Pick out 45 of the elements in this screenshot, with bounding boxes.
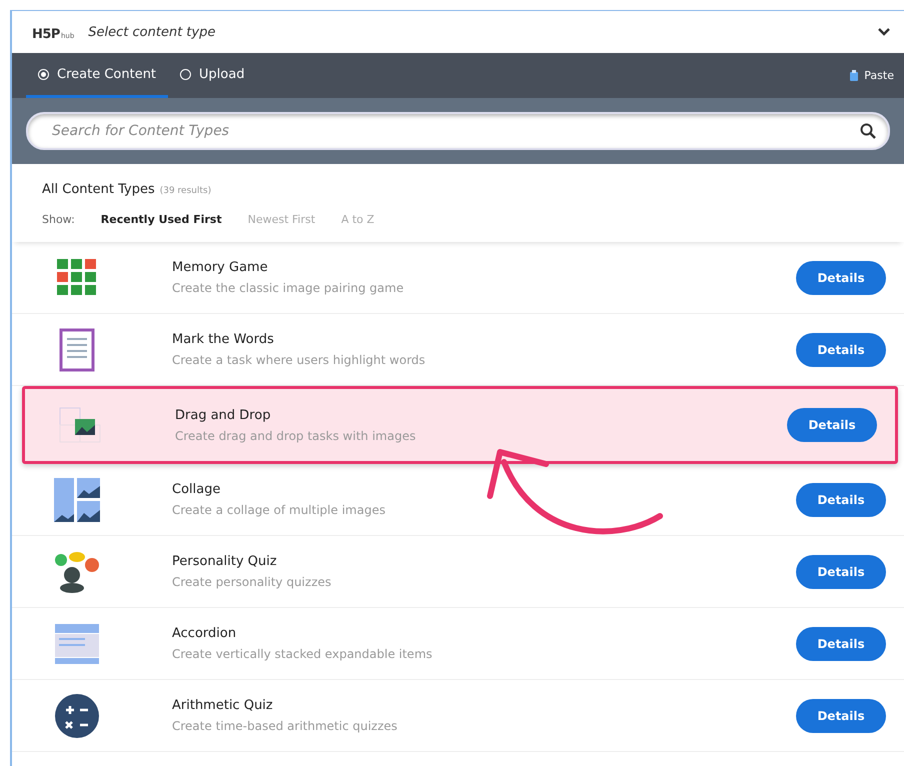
sort-option[interactable]: Recently Used First	[100, 213, 222, 226]
details-button[interactable]: Details	[796, 698, 886, 732]
document-icon	[59, 328, 95, 372]
search-icon[interactable]	[860, 123, 876, 139]
content-type-title: Drag and Drop	[175, 408, 272, 422]
header-title: Select content type	[88, 24, 216, 40]
sort-label: Show:	[42, 213, 75, 226]
content-type-description: Create vertically stacked expandable items	[172, 647, 434, 661]
collage-icon	[54, 478, 100, 522]
content-type-row[interactable]: Collage Create a collage of multiple images Details	[12, 464, 904, 536]
results-heading: All Content Types	[42, 182, 155, 197]
content-type-title: Mark the Words	[172, 332, 275, 347]
details-button[interactable]: Details	[796, 260, 886, 294]
image-tiles-icon	[59, 407, 101, 443]
chevron-icon[interactable]	[878, 28, 890, 36]
person-bubbles-icon	[53, 550, 101, 592]
content-type-title: Personality Quiz	[172, 554, 278, 569]
details-button[interactable]: Details	[796, 626, 886, 660]
content-type-row[interactable]: Arithmetic Quiz Create time-based arithmetic quizzes Details	[12, 680, 904, 752]
highlighted-row[interactable]: Drag and Drop Create drag and drop tasks with images Details	[22, 386, 898, 464]
content-type-title: Accordion	[172, 626, 238, 641]
content-type-row[interactable]: Accordion Create vertically stacked expandable items Details	[12, 608, 904, 680]
paste-button[interactable]: Paste	[849, 53, 894, 98]
results-count: (39 results)	[160, 186, 212, 196]
content-type-title: Arithmetic Quiz	[172, 698, 274, 713]
content-type-description: Create drag and drop tasks with images	[175, 428, 417, 442]
tile-grid-icon	[57, 258, 97, 296]
details-button[interactable]: Details	[796, 482, 886, 516]
clipboard-icon	[849, 70, 860, 81]
content-type-description: Create the classic image pairing game	[172, 281, 405, 295]
calculator-icon	[55, 694, 99, 738]
content-type-description: Create personality quizzes	[172, 575, 332, 589]
details-button[interactable]: Details	[796, 332, 886, 366]
content-type-description: Create time-based arithmetic quizzes	[172, 719, 398, 733]
accordion-icon	[55, 624, 99, 664]
details-button[interactable]: Details	[796, 554, 886, 588]
content-type-description: Create a collage of multiple images	[172, 503, 386, 517]
tab[interactable]: Upload	[168, 53, 257, 98]
search-bar[interactable]: Search for Content Types	[26, 112, 890, 150]
content-type-title: Memory Game	[172, 260, 269, 275]
content-type-row[interactable]: Personality Quiz Create personality quizzes Details	[12, 536, 904, 608]
content-type-row[interactable]: Memory Game Create the classic image pairing game Details	[12, 242, 904, 314]
details-button[interactable]: Details	[787, 408, 877, 442]
content-type-description: Create a task where users highlight words	[172, 353, 426, 367]
content-type-title: Collage	[172, 482, 222, 497]
